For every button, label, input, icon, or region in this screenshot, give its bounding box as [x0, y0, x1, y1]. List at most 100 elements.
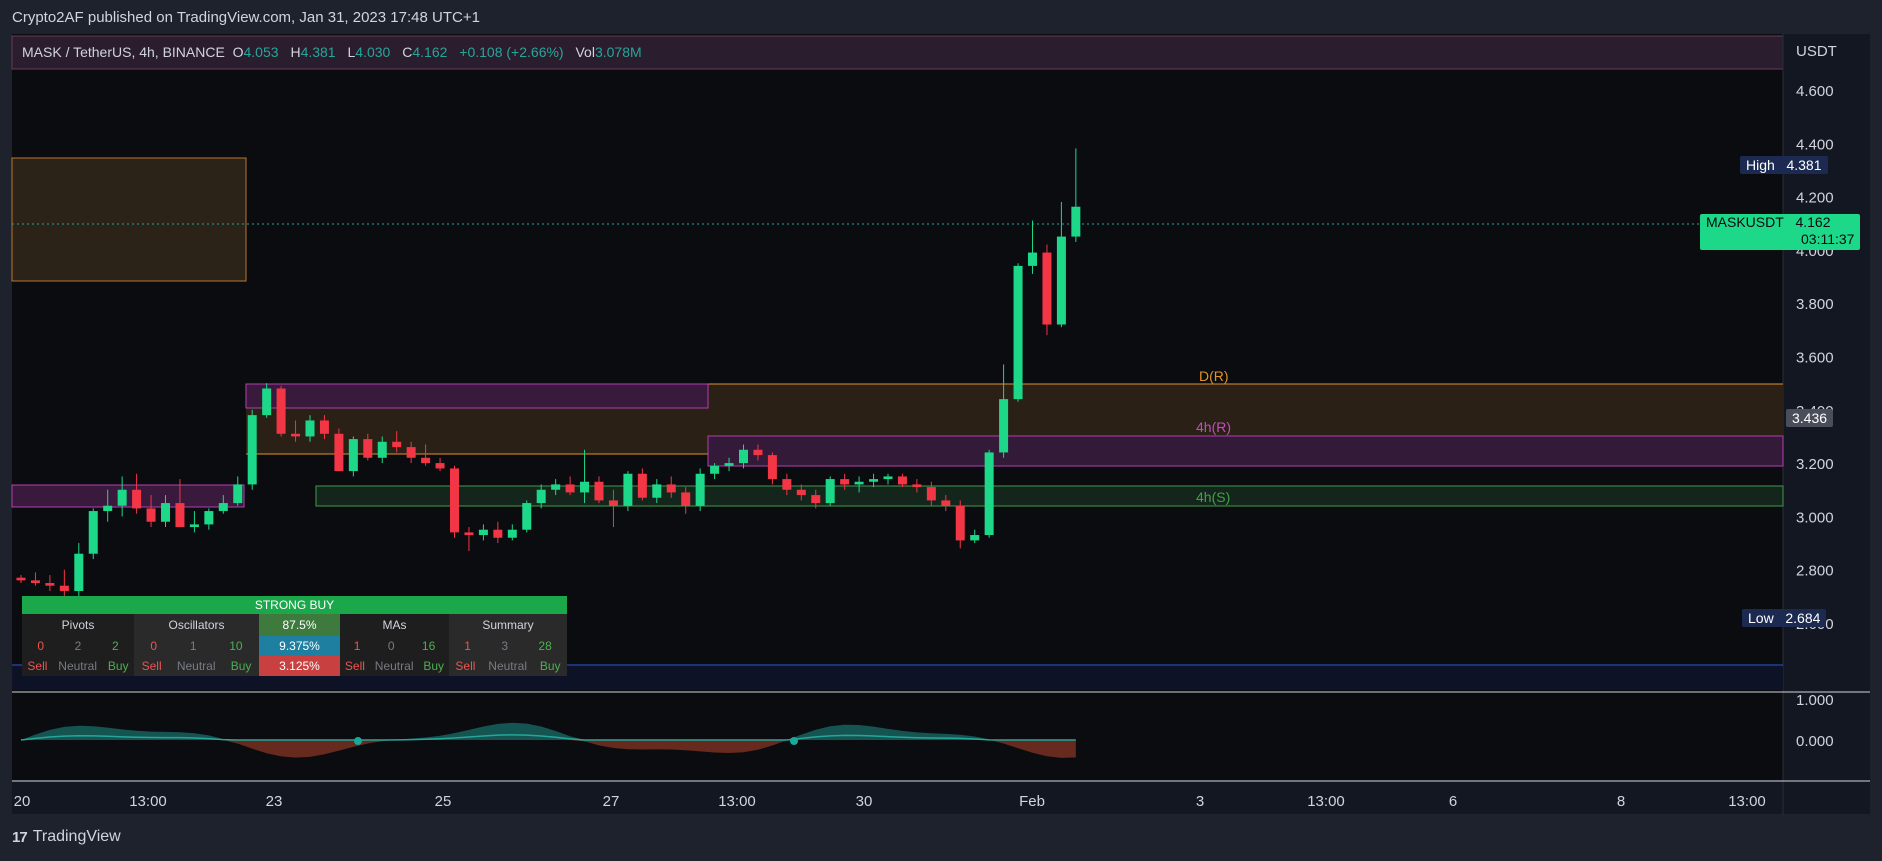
tradingview-logo-icon: 17 [12, 828, 28, 846]
candle-body [16, 577, 26, 581]
time-tick: 25 [435, 793, 452, 810]
candle-body [695, 473, 705, 506]
oscillator-axis: 1.000 0.000 [1796, 692, 1834, 750]
footer[interactable]: 17 TradingView [12, 828, 121, 846]
magenta-zone-mid [245, 383, 709, 409]
time-tick: 13:00 [1728, 793, 1766, 810]
candle-body [334, 433, 344, 472]
countdown: 03:11:37 [1801, 231, 1855, 247]
candle-body [710, 465, 720, 474]
magenta-zone-left [11, 484, 245, 508]
candle-body [363, 439, 373, 458]
symbol-name: MASK / TetherUS, 4h, BINANCE [22, 44, 225, 60]
price-tick: 3.600 [1796, 350, 1834, 367]
candle-body [146, 508, 156, 522]
time-tick: 20 [14, 793, 31, 810]
candle-body [594, 481, 604, 501]
candle-body [132, 489, 142, 509]
candle-body [608, 500, 618, 506]
time-tick: 27 [603, 793, 620, 810]
candle-body [811, 495, 821, 504]
candle-body [1056, 236, 1066, 325]
candle-body [74, 553, 84, 592]
candle-body [681, 492, 691, 506]
candle-body [955, 505, 965, 541]
candle-body [1013, 265, 1023, 400]
candle-body [666, 484, 676, 493]
d-r-label: D(R) [1199, 368, 1229, 384]
candle-body [103, 505, 113, 512]
time-tick: 13:00 [718, 793, 756, 810]
candle-body [30, 580, 40, 584]
volume-value: 3.078M [594, 44, 642, 60]
high-value: 4.381 [300, 44, 336, 60]
candle-body [59, 585, 69, 592]
candle-body [45, 583, 55, 586]
candle-body [189, 524, 199, 528]
candle-body [637, 473, 647, 498]
price-tick: 3.800 [1796, 296, 1834, 313]
h4-s-zone [315, 485, 1784, 507]
price-tick: 4.400 [1796, 136, 1834, 153]
candle-body [247, 415, 257, 485]
price-tick: 3.200 [1796, 456, 1834, 473]
candle-body [551, 484, 561, 490]
candle-body [406, 447, 416, 458]
candle-body [262, 388, 272, 416]
price-chart[interactable]: D(R) 4h(R) 4h(S) 4.6004.4004.2004.0003.8… [0, 0, 1882, 861]
candle-body [869, 479, 879, 482]
osc-tick: 0.000 [1796, 733, 1834, 750]
candle-body [753, 449, 763, 456]
time-axis: 20 13:00 23 25 27 13:00 30 Feb 3 13:00 6 8 13:00 [14, 793, 1766, 810]
low-tag: Low 2.684 [1742, 609, 1827, 627]
candle-body [897, 476, 907, 485]
candle-body [507, 529, 517, 538]
candle-body [493, 529, 503, 538]
rating-title: STRONG BUY [22, 596, 567, 614]
candle-body [1042, 252, 1052, 325]
price-tick: 2.800 [1796, 563, 1834, 580]
price-tick: 3.000 [1796, 509, 1834, 526]
technical-rating-table: STRONG BUY Pivots 022 Sell Neutral Buy Osc… [22, 596, 567, 676]
candle-body [912, 484, 922, 488]
candle-body [854, 481, 864, 485]
last-price-tag: MASKUSDT 4.162 03:11:37 [1700, 214, 1861, 250]
candle-body [161, 503, 170, 522]
candle-body [435, 463, 445, 469]
candle-body [883, 476, 893, 480]
level-tag: 3.436 [1786, 409, 1834, 427]
candle-body [984, 452, 994, 536]
time-tick: 8 [1617, 793, 1625, 810]
price-pane [12, 34, 1783, 690]
orange-zone-left [11, 157, 247, 282]
high-tag: High 4.381 [1740, 156, 1828, 174]
candle-body [218, 503, 228, 512]
close-value: 4.162 [412, 44, 448, 60]
candle-body [276, 388, 286, 434]
candle-body [739, 449, 748, 464]
time-tick: 30 [856, 793, 873, 810]
candle-body [926, 487, 936, 501]
osc-marker [790, 737, 798, 745]
candle-body [840, 479, 850, 485]
price-tick: 4.200 [1796, 190, 1834, 207]
candle-body [305, 420, 315, 437]
time-tick: Feb [1019, 793, 1045, 810]
candle-body [782, 479, 792, 490]
candle-body [767, 455, 777, 480]
time-tick: 13:00 [1307, 793, 1345, 810]
candle-body [478, 529, 488, 536]
candle-body [941, 500, 951, 506]
candle-body [1028, 252, 1037, 266]
change-value: +0.108 (+2.66%) [459, 44, 564, 60]
candle-body [999, 399, 1009, 453]
currency-label: USDT [1796, 43, 1837, 60]
time-tick: 6 [1449, 793, 1457, 810]
candle-body [348, 439, 358, 472]
candle-body [970, 535, 980, 541]
time-tick: 13:00 [129, 793, 167, 810]
candle-body [421, 457, 431, 464]
candle-body [825, 479, 835, 504]
candle-body [233, 484, 243, 504]
candle-body [291, 433, 301, 437]
